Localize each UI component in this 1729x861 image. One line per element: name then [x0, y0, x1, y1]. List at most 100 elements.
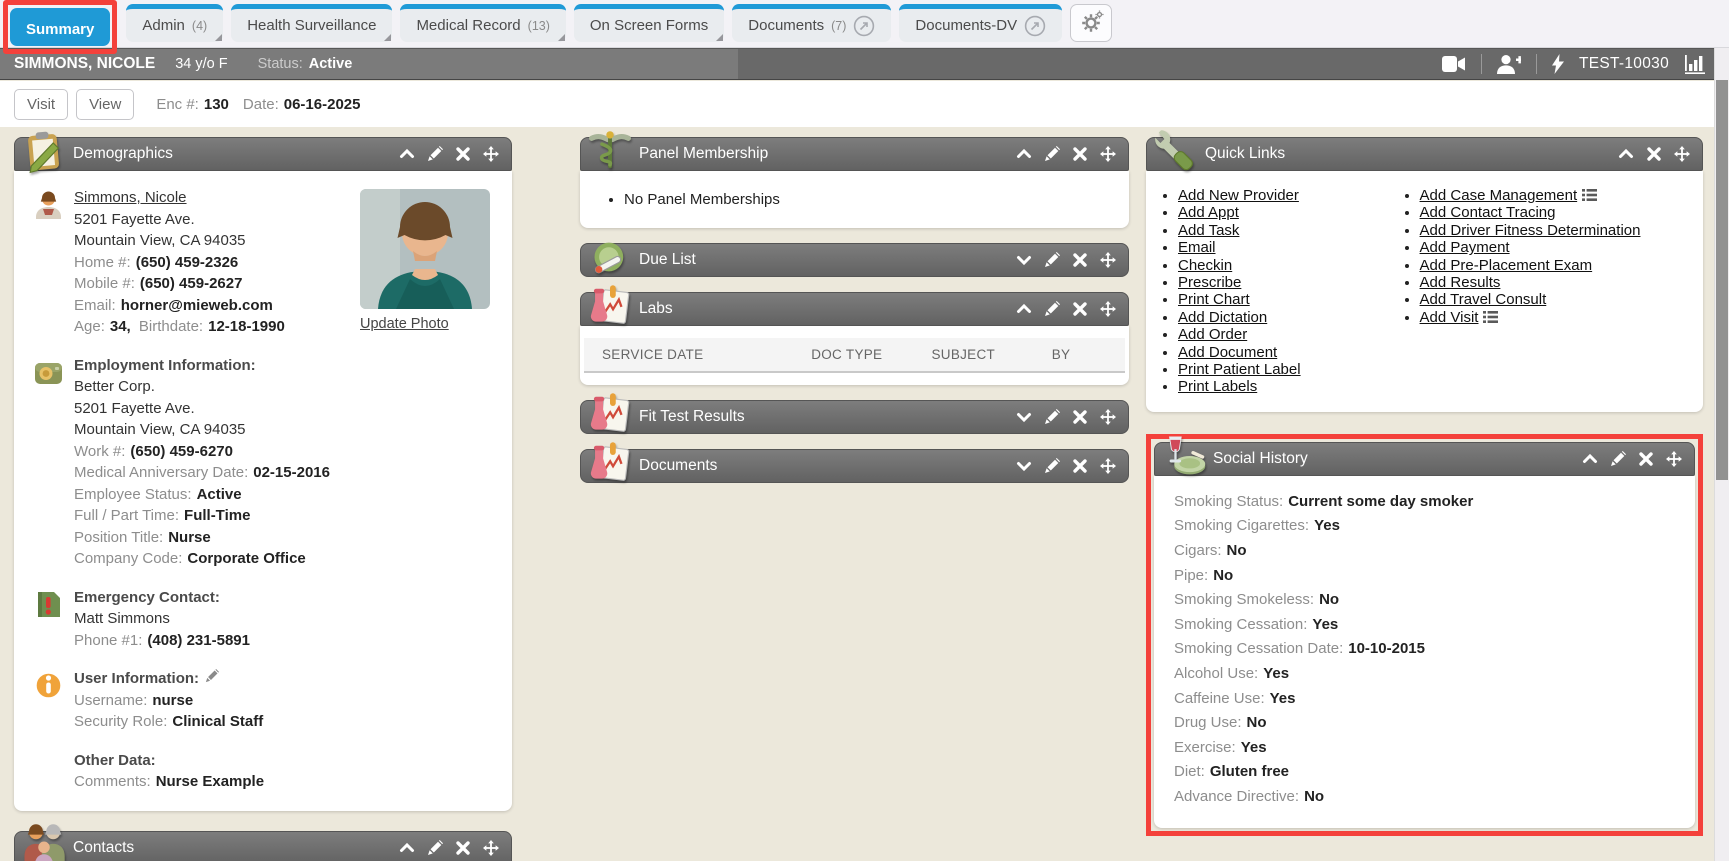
- close-icon[interactable]: [1072, 252, 1088, 268]
- checkin-link[interactable]: Checkin: [1178, 257, 1232, 274]
- quick-link: Add Order: [1178, 326, 1390, 343]
- edit-icon[interactable]: [1044, 409, 1060, 425]
- prescribe-link[interactable]: Prescribe: [1178, 274, 1241, 291]
- quick-link: Add Contact Tracing: [1420, 204, 1641, 221]
- close-icon[interactable]: [1072, 301, 1088, 317]
- edit-icon[interactable]: [1044, 458, 1060, 474]
- print-patient-label-link[interactable]: Print Patient Label: [1178, 361, 1301, 378]
- panel-controls: [399, 138, 499, 170]
- tab-label: Health Surveillance: [247, 17, 376, 34]
- employer-line: Better Corp.: [74, 376, 496, 398]
- page-scrollbar[interactable]: [1714, 48, 1729, 861]
- view-button[interactable]: View: [76, 89, 134, 120]
- add-driver-fitness-link[interactable]: Add Driver Fitness Determination: [1420, 222, 1641, 239]
- move-icon[interactable]: [1666, 451, 1682, 467]
- demographics-panel-header[interactable]: Demographics: [14, 137, 512, 171]
- social-history-header[interactable]: Social History: [1154, 442, 1695, 476]
- tab-on-screen-forms[interactable]: On Screen Forms: [574, 4, 724, 42]
- add-order-link[interactable]: Add Order: [1178, 326, 1247, 343]
- edit-icon[interactable]: [1044, 252, 1060, 268]
- add-document-link[interactable]: Add Document: [1178, 344, 1277, 361]
- edit-icon[interactable]: [1610, 451, 1626, 467]
- tab-medical-record[interactable]: Medical Record (13): [400, 4, 565, 42]
- list-icon[interactable]: [1582, 189, 1597, 201]
- add-person-icon[interactable]: [1497, 55, 1521, 74]
- collapse-icon[interactable]: [399, 840, 415, 856]
- lab-results-icon: [587, 283, 633, 329]
- add-task-link[interactable]: Add Task: [1178, 222, 1239, 239]
- collapse-icon[interactable]: [399, 146, 415, 162]
- close-icon[interactable]: [1638, 451, 1654, 467]
- move-icon[interactable]: [483, 840, 499, 856]
- tab-documents[interactable]: Documents (7): [732, 4, 891, 42]
- add-results-link[interactable]: Add Results: [1420, 274, 1501, 291]
- collapse-icon[interactable]: [1016, 146, 1032, 162]
- move-icon[interactable]: [1100, 252, 1116, 268]
- add-appt-link[interactable]: Add Appt: [1178, 204, 1239, 221]
- contacts-panel-header[interactable]: Contacts: [14, 831, 512, 861]
- list-icon[interactable]: [1483, 311, 1498, 323]
- move-icon[interactable]: [1100, 409, 1116, 425]
- add-payment-link[interactable]: Add Payment: [1420, 239, 1510, 256]
- video-call-icon[interactable]: [1442, 56, 1466, 72]
- edit-icon[interactable]: [427, 840, 443, 856]
- due-list-header[interactable]: Due List: [580, 243, 1129, 277]
- add-pre-placement-exam-link[interactable]: Add Pre-Placement Exam: [1420, 257, 1593, 274]
- popout-icon[interactable]: [1024, 15, 1046, 37]
- move-icon[interactable]: [483, 146, 499, 162]
- quick-actions-icon[interactable]: [1552, 54, 1564, 74]
- expand-icon[interactable]: [1016, 409, 1032, 425]
- add-dictation-link[interactable]: Add Dictation: [1178, 309, 1267, 326]
- close-icon[interactable]: [1072, 146, 1088, 162]
- close-icon[interactable]: [455, 840, 471, 856]
- move-icon[interactable]: [1674, 146, 1690, 162]
- right-column: Quick Links Add New Provider Add Appt Ad…: [1146, 137, 1703, 836]
- add-visit-link[interactable]: Add Visit: [1420, 309, 1479, 326]
- expand-icon[interactable]: [1016, 458, 1032, 474]
- print-labels-link[interactable]: Print Labels: [1178, 378, 1257, 395]
- collapse-icon[interactable]: [1582, 451, 1598, 467]
- tab-admin[interactable]: Admin (4): [126, 4, 223, 42]
- tab-health-surveillance[interactable]: Health Surveillance: [231, 4, 392, 42]
- date-label: Date:: [243, 96, 279, 113]
- labs-header[interactable]: Labs: [580, 292, 1129, 326]
- popout-icon[interactable]: [853, 15, 875, 37]
- print-chart-link[interactable]: Print Chart: [1178, 291, 1250, 308]
- panel-membership-header[interactable]: Panel Membership: [580, 137, 1129, 171]
- edit-icon[interactable]: [1044, 146, 1060, 162]
- labs-body: SERVICE DATE DOC TYPE SUBJECT BY: [580, 326, 1129, 385]
- collapse-icon[interactable]: [1016, 301, 1032, 317]
- close-icon[interactable]: [1072, 458, 1088, 474]
- add-case-management-link[interactable]: Add Case Management: [1420, 187, 1578, 204]
- tab-documents-dv[interactable]: Documents-DV: [899, 4, 1062, 42]
- flowsheet-chart-icon[interactable]: [1684, 55, 1707, 74]
- edit-user-info-icon[interactable]: [205, 669, 219, 683]
- edit-icon[interactable]: [1044, 301, 1060, 317]
- add-new-provider-link[interactable]: Add New Provider: [1178, 187, 1299, 204]
- contacts-panel: Contacts: [14, 831, 512, 861]
- add-travel-consult-link[interactable]: Add Travel Consult: [1420, 291, 1547, 308]
- fit-test-results-header[interactable]: Fit Test Results: [580, 400, 1129, 434]
- patient-name-link[interactable]: Simmons, Nicole: [74, 189, 187, 206]
- quick-links-header[interactable]: Quick Links: [1146, 137, 1703, 171]
- close-icon[interactable]: [455, 146, 471, 162]
- settings-button[interactable]: [1070, 4, 1112, 42]
- move-icon[interactable]: [1100, 301, 1116, 317]
- documents-header[interactable]: Documents: [580, 449, 1129, 483]
- patient-id: TEST-10030: [1579, 55, 1669, 73]
- add-contact-tracing-link[interactable]: Add Contact Tracing: [1420, 204, 1556, 221]
- close-icon[interactable]: [1646, 146, 1662, 162]
- expand-icon[interactable]: [1016, 252, 1032, 268]
- visit-button[interactable]: Visit: [14, 89, 68, 120]
- edit-icon[interactable]: [427, 146, 443, 162]
- email-link[interactable]: Email: [1178, 239, 1216, 256]
- collapse-icon[interactable]: [1618, 146, 1634, 162]
- move-icon[interactable]: [1100, 146, 1116, 162]
- section-heading: User Information:: [74, 668, 496, 690]
- section-heading: Other Data:: [74, 750, 496, 772]
- tab-summary[interactable]: Summary: [10, 8, 110, 46]
- scrollbar-thumb[interactable]: [1716, 80, 1728, 480]
- move-icon[interactable]: [1100, 458, 1116, 474]
- social-history-highlight: Social History Smoking Status:Current so…: [1146, 434, 1703, 836]
- close-icon[interactable]: [1072, 409, 1088, 425]
